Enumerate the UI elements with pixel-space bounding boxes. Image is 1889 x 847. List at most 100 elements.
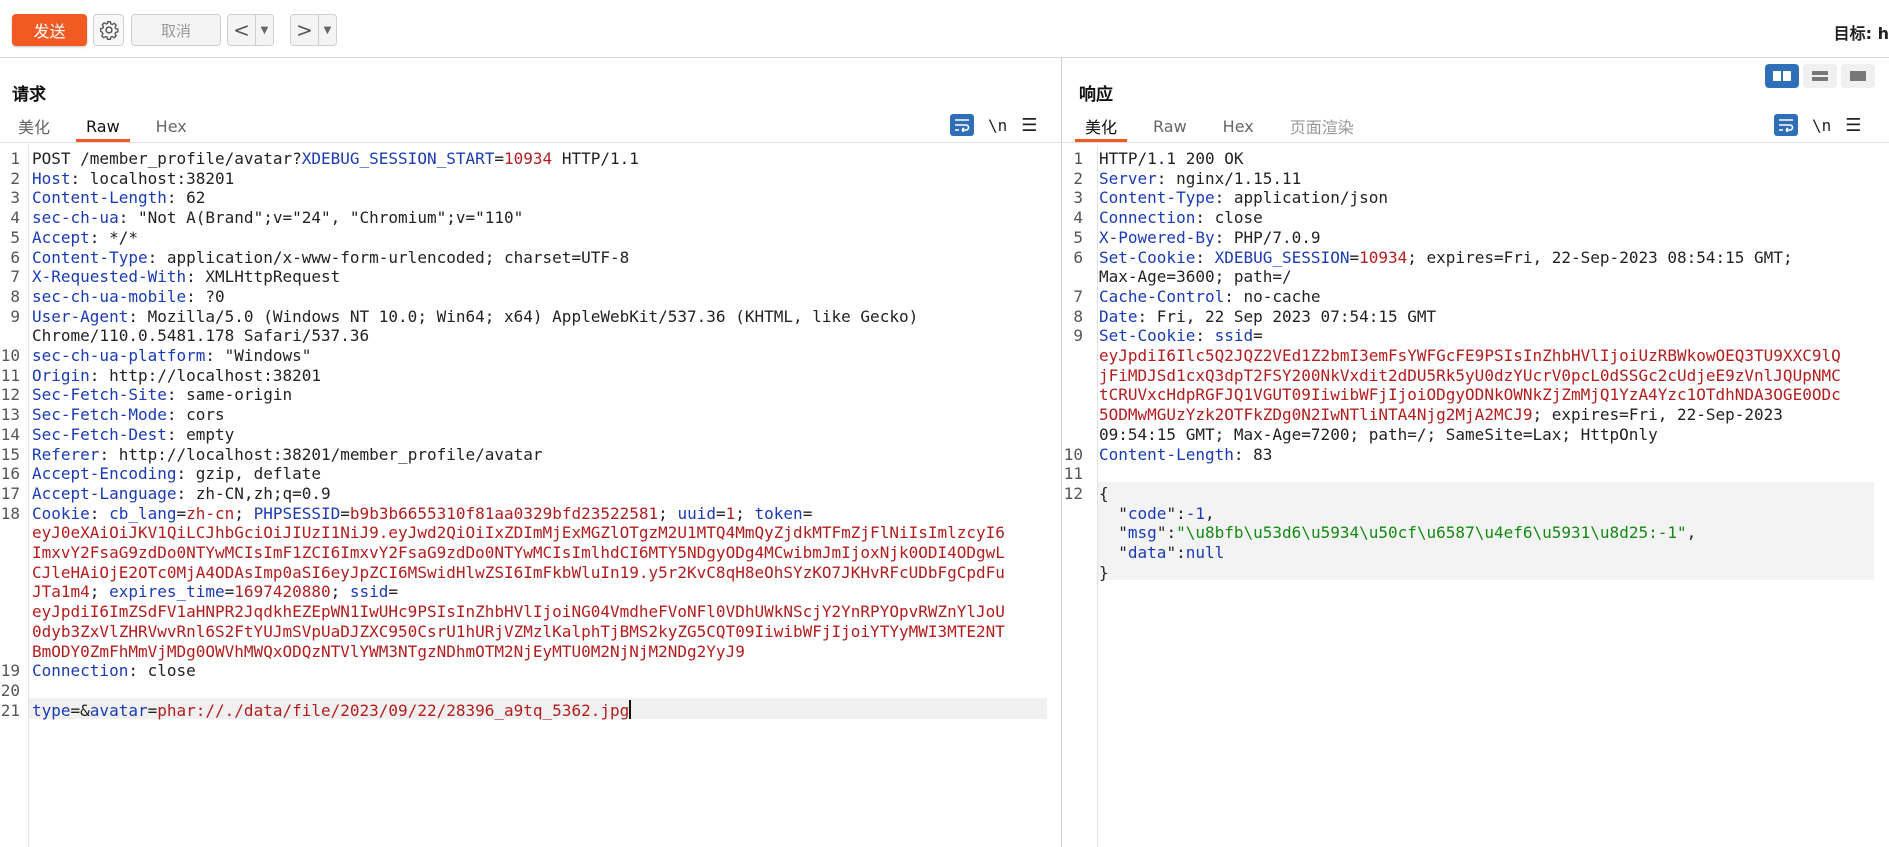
response-tab-render[interactable]: 页面渲染	[1272, 110, 1372, 142]
code-token: BmODY0ZmFhMmVjMDg0OWVhMWQxODQzNTVlYWM3NT…	[32, 641, 745, 661]
code-token: ; expires=Fri, 22-Sep-2023	[1532, 405, 1783, 425]
code-token: : empty	[166, 424, 235, 444]
code-token: eyJpdiI6ImZSdFV1aHNPR2JqdkhEZEpWN1IwUHc9…	[32, 602, 1005, 622]
code-token: :	[89, 503, 110, 523]
code-token: : http://localhost:38201	[89, 365, 321, 385]
code-token: : close	[1195, 208, 1263, 228]
code-token: : 62	[166, 188, 206, 208]
code-token: code	[1127, 503, 1167, 523]
back-nav-group: < ▼	[227, 14, 274, 46]
code-token: : Fri, 22 Sep 2023 07:54:15 GMT	[1137, 306, 1437, 326]
code-line: Connection: close	[32, 659, 196, 683]
layout-split-icon[interactable]	[1765, 64, 1799, 88]
code-token: =&	[70, 700, 90, 720]
request-tab-pretty[interactable]: 美化	[0, 110, 68, 142]
code-token: ;	[89, 582, 110, 602]
code-token: Host	[32, 168, 71, 188]
gutter-divider	[28, 145, 29, 847]
code-token: : zh-CN,zh;q=0.9	[176, 483, 331, 503]
response-tools: \n ☰	[1774, 110, 1861, 140]
newline-toggle[interactable]: \n	[1812, 116, 1831, 135]
code-token: 5ODMwMGUzYzk2OTFkZDg0N2IwNTliNTA4Njg2MjA…	[1099, 405, 1533, 425]
request-editor[interactable]: 1 POST /member_profile/avatar?XDEBUG_SESS…	[0, 145, 1061, 847]
code-token: ssid	[349, 582, 389, 602]
gear-icon	[99, 21, 119, 40]
code-token: : no-cache	[1224, 286, 1321, 306]
code-token: =	[1253, 326, 1263, 346]
code-token: ":	[1156, 523, 1177, 543]
code-token: sec-ch-ua	[32, 208, 119, 228]
word-wrap-icon[interactable]	[1774, 114, 1798, 136]
code-token: JTa1m4	[32, 582, 90, 602]
code-token: =	[340, 503, 350, 523]
code-token: POST /member_profile/avatar?	[32, 149, 302, 168]
code-line: Content-Length: 83	[1099, 443, 1272, 467]
cancel-button[interactable]: 取消	[131, 14, 221, 46]
back-dropdown-icon[interactable]: ▼	[256, 15, 273, 45]
code-token: : PHP/7.0.9	[1214, 227, 1321, 247]
code-token: : "Not A(Brand";v="24", "Chromium";v="11…	[118, 208, 524, 228]
code-token: : cors	[166, 405, 225, 425]
target-label: 目标: h	[1833, 24, 1889, 43]
settings-button[interactable]	[93, 14, 124, 46]
response-editor[interactable]: 1 HTTP/1.1 200 OK 2 Server: nginx/1.15.11 3 C…	[1063, 145, 1889, 847]
code-token: sec-ch-ua-platform	[32, 346, 206, 365]
request-panel: 请求 美化 Raw Hex \n ☰ 1 POST /member_profile…	[0, 58, 1062, 847]
back-button[interactable]: <	[228, 15, 256, 45]
menu-icon[interactable]: ☰	[1845, 115, 1861, 136]
layout-horizontal-icon[interactable]	[1803, 64, 1837, 88]
line-number: 6	[1073, 247, 1083, 267]
code-token: cb_lang	[109, 503, 177, 523]
layout-single-icon[interactable]	[1841, 64, 1875, 88]
newline-toggle[interactable]: \n	[988, 116, 1007, 135]
code-token: type	[32, 700, 71, 720]
code-token: ;	[234, 503, 254, 523]
line-number: 9	[10, 306, 20, 326]
request-tab-raw[interactable]: Raw	[68, 110, 138, 142]
code-token: ImxvY2FsaG9zdDo0NTYwMCIsImF1ZCI6ImxvY2Fs…	[32, 543, 1005, 562]
code-token: ssid	[1214, 326, 1254, 346]
code-token: =	[176, 503, 187, 523]
response-tab-raw[interactable]: Raw	[1135, 110, 1205, 142]
code-token: "	[1099, 543, 1128, 562]
code-token: 10934	[504, 149, 553, 168]
code-token: tCRUVxcHdpRGFJQ1VGUT09IiwibWFjIjoiODgyOD…	[1099, 385, 1841, 405]
code-token: eyJpdiI6Ilc5Q2JQZ2VEd1Z2bmI3emFsYWFGcFE9…	[1099, 346, 1841, 365]
code-token: : close	[128, 661, 196, 681]
code-token: ":	[1166, 543, 1186, 562]
code-token: msg	[1127, 523, 1157, 543]
code-token: : application/x-www-form-urlencoded; cha…	[147, 247, 630, 267]
menu-icon[interactable]: ☰	[1021, 115, 1037, 136]
forward-button[interactable]: >	[291, 15, 319, 45]
code-token: Content-Length	[32, 188, 167, 208]
word-wrap-icon[interactable]	[950, 114, 974, 136]
request-tab-hex[interactable]: Hex	[138, 110, 205, 142]
request-tabs: 美化 Raw Hex	[0, 110, 205, 142]
code-token: : "Windows"	[205, 346, 312, 365]
code-token: Cache-Control	[1099, 286, 1225, 306]
code-token: Referer	[32, 444, 100, 464]
forward-dropdown-icon[interactable]: ▼	[319, 15, 336, 45]
line-number: 18	[0, 503, 20, 523]
code-token: Content-Length	[1099, 444, 1234, 464]
code-token: =	[1349, 247, 1360, 267]
code-token: Chrome/110.0.5481.178 Safari/537.36	[32, 326, 370, 346]
code-token: XDEBUG_SESSION_START	[301, 149, 495, 168]
line-number: 12	[1063, 483, 1083, 503]
code-token: : same-origin	[166, 385, 293, 405]
forward-nav-group: > ▼	[290, 14, 337, 46]
divider	[0, 142, 1061, 143]
code-token: 10934	[1359, 247, 1408, 267]
code-token: : */*	[89, 227, 138, 247]
response-tab-hex[interactable]: Hex	[1205, 110, 1272, 142]
code-token: b9b3b6655310f81aa0329bfd23522581	[349, 503, 659, 523]
code-token: data	[1127, 543, 1167, 562]
response-tab-pretty[interactable]: 美化	[1067, 110, 1135, 142]
send-button[interactable]: 发送	[12, 14, 87, 46]
code-token: : 83	[1233, 444, 1273, 464]
code-token: : localhost:38201	[70, 168, 235, 188]
code-token: "	[1099, 503, 1128, 523]
code-token: : Mozilla/5.0 (Windows NT 10.0; Win64; x…	[128, 306, 919, 326]
code-token: HTTP/1.1	[552, 149, 639, 168]
code-token: 1697420880	[234, 582, 331, 602]
